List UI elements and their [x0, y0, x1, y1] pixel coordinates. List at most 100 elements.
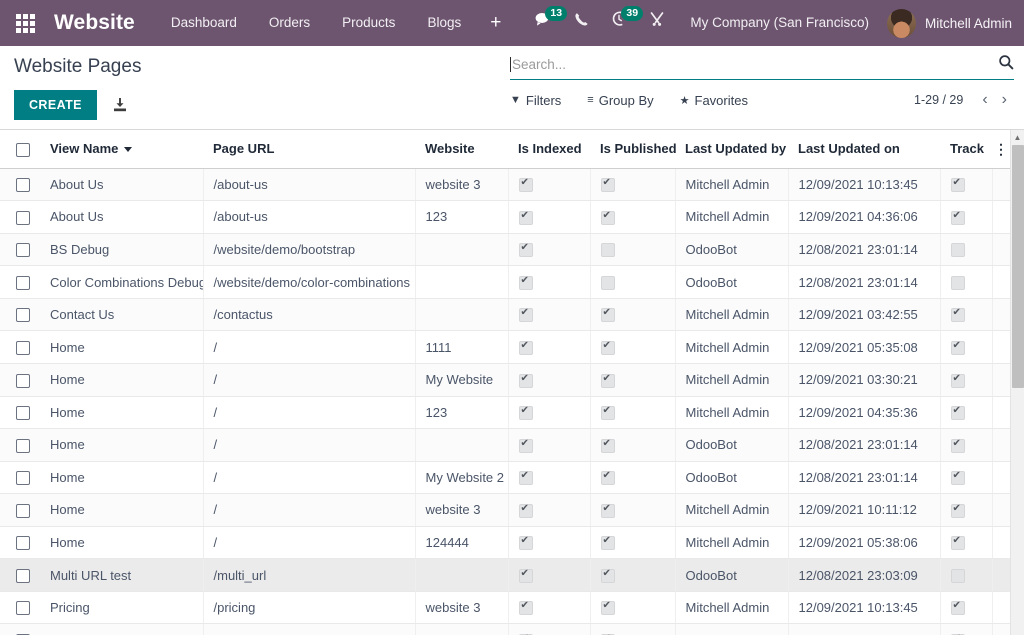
select-all-checkbox[interactable]	[16, 143, 30, 157]
cell-track-checkbox	[951, 308, 965, 322]
table-row[interactable]: Home/124444Mitchell Admin12/09/2021 05:3…	[0, 526, 1010, 559]
cell-is-published	[590, 624, 675, 635]
row-checkbox[interactable]	[16, 276, 30, 290]
cell-view-name: Contact Us	[40, 298, 203, 331]
row-select-cell	[0, 331, 40, 364]
pager-next-button[interactable]: ›	[995, 92, 1014, 108]
cell-last-updated-by-text: OdooBot	[676, 275, 737, 290]
row-checkbox[interactable]	[16, 308, 30, 322]
column-header-last-updated-on[interactable]: Last Updated on	[788, 130, 940, 168]
row-checkbox[interactable]	[16, 536, 30, 550]
table-row[interactable]: Home/My Website 2OdooBot12/08/2021 23:01…	[0, 461, 1010, 494]
table-row[interactable]: Color Combinations Debug/website/demo/co…	[0, 266, 1010, 299]
cell-track	[940, 168, 992, 201]
table-row[interactable]: Home/My WebsiteMitchell Admin12/09/2021 …	[0, 363, 1010, 396]
company-switcher[interactable]: My Company (San Francisco)	[676, 0, 883, 46]
cell-page-url: /pricing	[203, 591, 415, 624]
cell-website	[415, 429, 508, 462]
column-header-last-updated-by[interactable]: Last Updated by	[675, 130, 788, 168]
filter-funnel-icon: ▼	[510, 94, 521, 106]
search-icon[interactable]	[992, 54, 1014, 74]
table-row[interactable]: Contact Us/contactusMitchell Admin12/09/…	[0, 298, 1010, 331]
row-checkbox[interactable]	[16, 211, 30, 225]
cell-last-updated-on-text: 12/09/2021 10:13:45	[789, 177, 918, 192]
column-header-view-name[interactable]: View Name	[40, 130, 203, 168]
cell-page-url: /contactus	[203, 298, 415, 331]
row-select-cell	[0, 266, 40, 299]
cell-last-updated-by-text: Mitchell Admin	[676, 307, 770, 322]
table-row[interactable]: Home/123Mitchell Admin12/09/2021 04:35:3…	[0, 396, 1010, 429]
cell-is-indexed-checkbox	[519, 406, 533, 420]
create-button[interactable]: CREATE	[14, 90, 97, 120]
vertical-scrollbar[interactable]: ▲	[1010, 130, 1024, 635]
column-header-page-url[interactable]: Page URL	[203, 130, 415, 168]
favorites-button[interactable]: ★ Favorites	[680, 93, 748, 108]
cell-track	[940, 591, 992, 624]
filters-button[interactable]: ▼ Filters	[510, 93, 561, 108]
cell-page-url-text: /multi_url	[204, 568, 267, 583]
search-input[interactable]	[512, 57, 992, 72]
wrench-screwdriver-glyph	[649, 11, 665, 27]
table-row[interactable]: BS Debug/website/demo/bootstrapOdooBot12…	[0, 233, 1010, 266]
cell-is-indexed-checkbox	[519, 178, 533, 192]
vertical-dots-icon[interactable]: ⋮	[992, 144, 1010, 154]
row-checkbox[interactable]	[16, 406, 30, 420]
cell-last-updated-by: Mitchell Admin	[675, 396, 788, 429]
column-label-website: Website	[415, 141, 475, 156]
table-row[interactable]: Pricing/pricingwebsite 3Mitchell Admin12…	[0, 591, 1010, 624]
scroll-up-arrow-icon[interactable]: ▲	[1011, 130, 1024, 144]
tools-icon[interactable]	[638, 0, 676, 46]
table-row[interactable]: Home/1111Mitchell Admin12/09/2021 05:35:…	[0, 331, 1010, 364]
menu-item-dashboard[interactable]: Dashboard	[155, 0, 253, 46]
row-checkbox[interactable]	[16, 569, 30, 583]
cell-page-url: /about-us	[203, 201, 415, 234]
menu-item-blogs[interactable]: Blogs	[411, 0, 477, 46]
menu-item-products[interactable]: Products	[326, 0, 411, 46]
table-row[interactable]: Home/website 3Mitchell Admin12/09/2021 1…	[0, 494, 1010, 527]
row-checkbox[interactable]	[16, 243, 30, 257]
row-select-cell	[0, 461, 40, 494]
row-checkbox[interactable]	[16, 471, 30, 485]
app-brand-website[interactable]: Website	[54, 11, 135, 35]
messages-icon[interactable]: 13	[524, 0, 563, 46]
group-by-button[interactable]: ≡ Group By	[587, 93, 653, 108]
cell-is-published	[590, 526, 675, 559]
cell-view-name: About Us	[40, 168, 203, 201]
cell-website: website 3	[415, 591, 508, 624]
table-row[interactable]: About Us/about-us123Mitchell Admin12/09/…	[0, 201, 1010, 234]
cell-last-updated-on-text: 12/09/2021 10:13:45	[789, 600, 918, 615]
search-bar[interactable]	[510, 54, 1014, 80]
table-row[interactable]: Home/OdooBot12/08/2021 23:01:14	[0, 429, 1010, 462]
cell-track-checkbox	[951, 374, 965, 388]
user-menu[interactable]: Mitchell Admin	[883, 9, 1024, 38]
menu-item-orders[interactable]: Orders	[253, 0, 326, 46]
phone-icon[interactable]	[563, 0, 600, 46]
column-header-track[interactable]: Track	[940, 130, 992, 168]
cell-last-updated-on: 12/09/2021 10:13:45	[788, 168, 940, 201]
pager-previous-button[interactable]: ‹	[975, 92, 994, 108]
cell-track	[940, 559, 992, 592]
cell-is-published-checkbox	[601, 504, 615, 518]
activities-icon[interactable]: 39	[600, 0, 638, 46]
cell-view-name-text: About Us	[40, 177, 103, 192]
column-header-is-indexed[interactable]: Is Indexed	[508, 130, 590, 168]
column-header-website[interactable]: Website	[415, 130, 508, 168]
table-row[interactable]: Pricing/pricing123Mitchell Admin12/09/20…	[0, 624, 1010, 635]
cell-is-published	[590, 494, 675, 527]
table-row[interactable]: About Us/about-uswebsite 3Mitchell Admin…	[0, 168, 1010, 201]
cell-view-name: Home	[40, 363, 203, 396]
row-checkbox[interactable]	[16, 504, 30, 518]
add-menu-plus-button[interactable]: +	[477, 0, 514, 46]
row-checkbox[interactable]	[16, 374, 30, 388]
row-checkbox[interactable]	[16, 341, 30, 355]
cell-track	[940, 429, 992, 462]
row-checkbox[interactable]	[16, 439, 30, 453]
scrollbar-thumb[interactable]	[1012, 145, 1024, 388]
apps-grid-icon[interactable]	[12, 14, 38, 32]
column-header-is-published[interactable]: Is Published	[590, 130, 675, 168]
row-checkbox[interactable]	[16, 601, 30, 615]
cell-view-name-text: Home	[40, 470, 85, 485]
table-row[interactable]: Multi URL test/multi_urlOdooBot12/08/202…	[0, 559, 1010, 592]
import-download-icon[interactable]	[111, 96, 129, 114]
row-checkbox[interactable]	[16, 178, 30, 192]
